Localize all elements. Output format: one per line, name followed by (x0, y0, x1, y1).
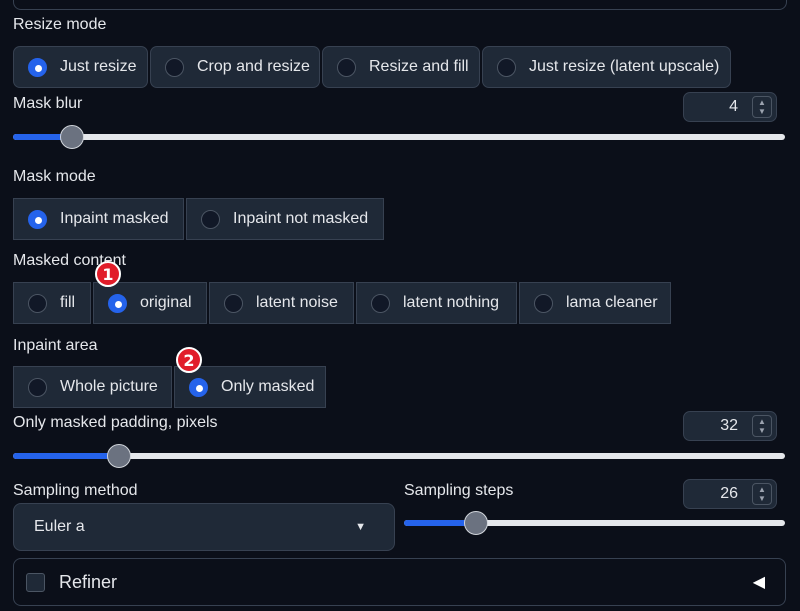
mask-blur-number-input[interactable]: 4 ▲ ▼ (683, 92, 777, 122)
resize-mode-option-latent-upscale[interactable]: Just resize (latent upscale) (482, 46, 731, 88)
spinner-arrows-icon[interactable]: ▲ ▼ (752, 483, 772, 505)
previous-panel-frame (13, 0, 787, 10)
radio-unchecked-icon (28, 293, 47, 313)
inpaint-area-label: Inpaint area (13, 337, 98, 354)
sampling-steps-slider[interactable] (404, 511, 785, 535)
masked-content-option-latent-nothing[interactable]: latent nothing (356, 282, 517, 324)
refiner-accordion[interactable]: Refiner ◀ (13, 558, 786, 606)
refiner-label: Refiner (59, 571, 118, 592)
option-label: Inpaint masked (60, 210, 169, 227)
padding-value: 32 (720, 417, 738, 434)
spinner-arrows-icon[interactable]: ▲ ▼ (752, 96, 772, 118)
spinner-arrows-icon[interactable]: ▲ ▼ (752, 415, 772, 437)
inpaint-area-option-only-masked[interactable]: Only masked (174, 366, 326, 408)
mask-blur-slider-thumb[interactable] (59, 125, 84, 149)
padding-label: Only masked padding, pixels (13, 414, 218, 431)
radio-unchecked-icon (534, 293, 553, 313)
sampling-method-dropdown[interactable]: Euler a ▼ (13, 503, 395, 551)
mask-mode-group: Inpaint masked Inpaint not masked (13, 198, 384, 240)
resize-mode-option-resize-and-fill[interactable]: Resize and fill (322, 46, 480, 88)
masked-content-group: fill original latent noise latent nothin… (13, 282, 671, 324)
masked-content-option-latent-noise[interactable]: latent noise (209, 282, 354, 324)
radio-unchecked-icon (497, 57, 516, 77)
masked-content-option-fill[interactable]: fill (13, 282, 91, 324)
inpaint-area-group: Whole picture Only masked (13, 366, 326, 408)
option-label: Just resize (latent upscale) (529, 58, 720, 75)
refiner-checkbox[interactable] (26, 572, 45, 592)
resize-mode-label: Resize mode (13, 16, 107, 33)
option-label: Crop and resize (197, 58, 310, 75)
radio-checked-icon (28, 209, 47, 229)
radio-unchecked-icon (337, 57, 356, 77)
sampling-steps-slider-thumb[interactable] (464, 511, 489, 535)
padding-slider-thumb[interactable] (106, 444, 131, 468)
annotation-badge-1: 1 (95, 261, 121, 287)
padding-number-input[interactable]: 32 ▲ ▼ (683, 411, 777, 441)
option-label: lama cleaner (566, 294, 658, 311)
mask-mode-option-inpaint-not-masked[interactable]: Inpaint not masked (186, 198, 384, 240)
mask-blur-value: 4 (729, 98, 738, 115)
option-label: Resize and fill (369, 58, 469, 75)
mask-blur-slider[interactable] (13, 125, 785, 149)
option-label: Only masked (221, 378, 315, 395)
mask-blur-label: Mask blur (13, 95, 83, 112)
radio-checked-icon (28, 57, 47, 77)
mask-mode-option-inpaint-masked[interactable]: Inpaint masked (13, 198, 184, 240)
option-label: Inpaint not masked (233, 210, 369, 227)
sampling-steps-number-input[interactable]: 26 ▲ ▼ (683, 479, 777, 509)
radio-checked-icon (108, 293, 127, 313)
sampling-steps-value: 26 (720, 485, 738, 502)
option-label: original (140, 294, 192, 311)
option-label: latent noise (256, 294, 338, 311)
radio-unchecked-icon (224, 293, 243, 313)
resize-mode-group: Just resize Crop and resize Resize and f… (13, 46, 731, 88)
radio-unchecked-icon (28, 377, 47, 397)
inpaint-area-option-whole-picture[interactable]: Whole picture (13, 366, 172, 408)
annotation-badge-2: 2 (176, 347, 202, 373)
radio-unchecked-icon (201, 209, 220, 229)
masked-content-option-lama-cleaner[interactable]: lama cleaner (519, 282, 671, 324)
resize-mode-option-just-resize[interactable]: Just resize (13, 46, 148, 88)
padding-slider-fill (13, 453, 119, 459)
radio-unchecked-icon (165, 57, 184, 77)
mask-mode-label: Mask mode (13, 168, 96, 185)
option-label: latent nothing (403, 294, 500, 311)
caret-down-icon: ▼ (355, 521, 366, 533)
sampling-method-label: Sampling method (13, 482, 138, 499)
padding-slider[interactable] (13, 444, 785, 468)
sampling-steps-label: Sampling steps (404, 482, 514, 499)
radio-unchecked-icon (371, 293, 390, 313)
option-label: Whole picture (60, 378, 158, 395)
radio-checked-icon (189, 377, 208, 397)
collapse-triangle-icon[interactable]: ◀ (753, 572, 765, 592)
option-label: fill (60, 294, 76, 311)
masked-content-option-original[interactable]: original (93, 282, 207, 324)
sampling-method-value: Euler a (34, 518, 85, 535)
resize-mode-option-crop-and-resize[interactable]: Crop and resize (150, 46, 320, 88)
option-label: Just resize (60, 58, 137, 75)
